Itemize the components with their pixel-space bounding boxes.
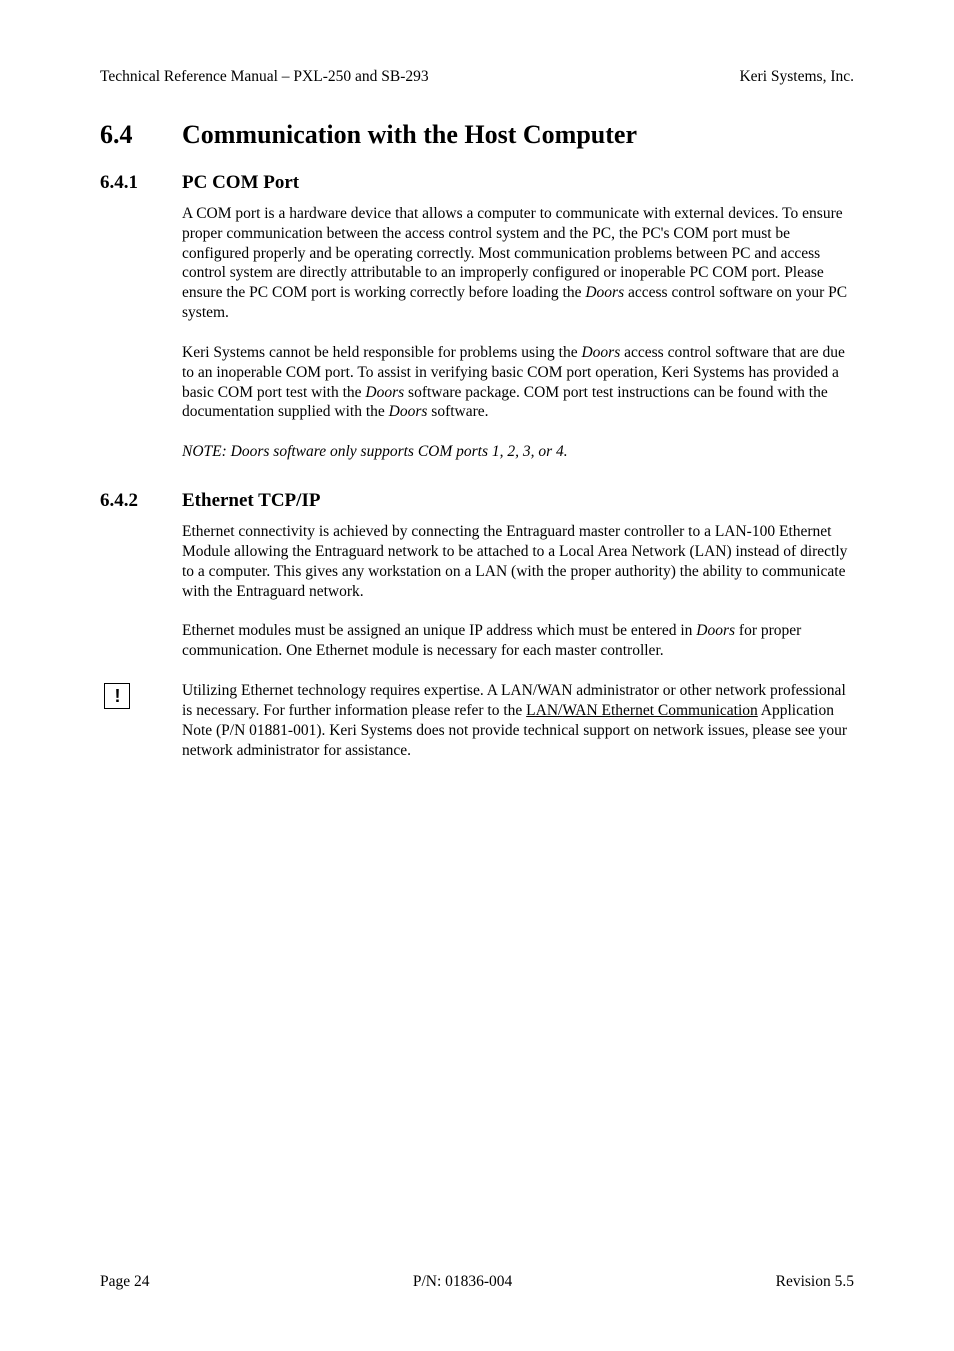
subheading-title: Ethernet TCP/IP [182,490,320,512]
body-6-4-1: A COM port is a hardware device that all… [182,204,854,462]
link-lan-wan: LAN/ [526,702,562,719]
header-right: Keri Systems, Inc. [739,68,854,86]
paragraph: A COM port is a hardware device that all… [182,204,854,323]
doors-italic: Doors [365,384,404,401]
text-run: Keri Systems cannot be held responsible … [182,344,581,361]
page-footer: Page 24 P/N: 01836-004 Revision 5.5 [100,1273,854,1291]
subheading-title: PC COM Port [182,172,299,194]
subheading-number: 6.4.1 [100,172,182,194]
text-run: software. [427,403,488,420]
paragraph: Keri Systems cannot be held responsible … [182,343,854,422]
subheading-number: 6.4.2 [100,490,182,512]
header-left: Technical Reference Manual – PXL-250 and… [100,68,429,86]
alert-icon: ! [104,683,130,709]
footer-part-number: P/N: 01836-004 [413,1273,512,1291]
body-6-4-2: Ethernet connectivity is achieved by con… [182,522,854,661]
doors-italic: Doors [581,344,620,361]
text-run: Ethernet modules must be assigned an uni… [182,622,696,639]
page-header: Technical Reference Manual – PXL-250 and… [100,68,854,86]
subsection-heading-6-4-1: 6.4.1 PC COM Port [100,172,854,194]
subsection-heading-6-4-2: 6.4.2 Ethernet TCP/IP [100,490,854,512]
alert-glyph: ! [115,687,120,705]
note-paragraph: NOTE: Doors software only supports COM p… [182,442,854,462]
footer-revision: Revision 5.5 [776,1273,854,1291]
alert-text: Utilizing Ethernet technology requires e… [182,681,854,760]
doors-italic: Doors [389,403,428,420]
doors-italic: Doors [696,622,735,639]
paragraph: Ethernet connectivity is achieved by con… [182,522,854,601]
doors-italic: Doors [585,284,624,301]
heading-title: Communication with the Host Computer [182,120,637,150]
footer-page: Page 24 [100,1273,150,1291]
link-lan-wan-cont: WAN Ethernet Communication [562,702,757,719]
paragraph: Ethernet modules must be assigned an uni… [182,621,854,661]
heading-number: 6.4 [100,120,182,150]
section-heading-6-4: 6.4 Communication with the Host Computer [100,120,854,150]
alert-block: ! Utilizing Ethernet technology requires… [100,681,854,760]
